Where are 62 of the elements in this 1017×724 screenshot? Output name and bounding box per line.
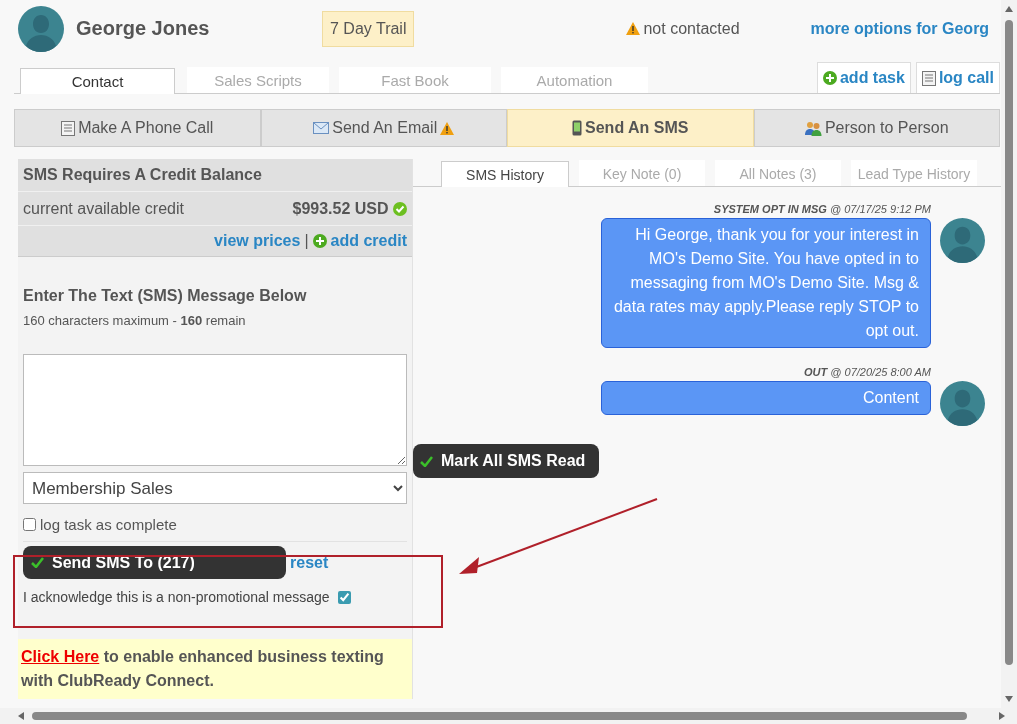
- avatar-icon: [940, 218, 985, 263]
- template-select[interactable]: Membership Sales: [23, 472, 407, 504]
- scroll-left-icon[interactable]: [18, 712, 24, 720]
- separator: |: [304, 232, 309, 250]
- action-button[interactable]: Person to Person: [753, 109, 1000, 147]
- check-icon: [420, 455, 433, 467]
- scrollbar-thumb[interactable]: [1005, 20, 1013, 665]
- tab[interactable]: Fast Book: [339, 67, 491, 93]
- scroll-up-icon[interactable]: [1005, 6, 1013, 12]
- click-here-link[interactable]: Click Here: [21, 648, 100, 665]
- scrollbar-thumb[interactable]: [32, 712, 967, 720]
- plus-icon: [312, 234, 327, 248]
- action-button[interactable]: Send An SMS: [507, 109, 754, 147]
- reset-link[interactable]: reset: [290, 553, 329, 572]
- envelope-icon: [313, 122, 330, 134]
- check-icon: [31, 557, 44, 568]
- message-meta: OUT @ 07/20/25 8:00 AM: [804, 366, 931, 378]
- checkbox[interactable]: [337, 590, 351, 604]
- credit-amount: $993.52 USD: [292, 199, 389, 218]
- message-bubble: Content: [601, 381, 931, 415]
- message-field[interactable]: [23, 354, 407, 466]
- warning-icon: [626, 22, 641, 35]
- tab[interactable]: SMS History: [441, 161, 569, 187]
- more-options-link[interactable]: more options for Georg: [810, 19, 990, 38]
- status-badge: 7 Day Trail: [322, 10, 415, 47]
- tab[interactable]: Key Note (0): [579, 160, 705, 186]
- arrow-icon: [457, 497, 659, 577]
- promo-text: Click Here to enable enhanced business texting with ClubReady Connect.: [18, 639, 412, 699]
- message-bubble: Hi George, thank you for your interest in MO's Demo Site. You have opted in to messaging from MO's Demo Site. Msg & data rates may apply.Please reply STOP to opt out.: [601, 218, 931, 348]
- warning-icon: [440, 121, 455, 135]
- log-call-button[interactable]: log call: [915, 62, 1000, 93]
- plus-icon: [822, 71, 837, 85]
- mark-read-button[interactable]: Mark All SMS Read: [413, 444, 600, 478]
- credit-title: SMS Requires A Credit Balance: [18, 159, 412, 192]
- people-icon: [804, 120, 822, 136]
- avatar-icon: [940, 381, 985, 426]
- character-limit-note: 160 characters maximum - 160 remain: [23, 313, 247, 328]
- notepad-icon: [921, 70, 936, 86]
- avatar-icon: [18, 5, 64, 52]
- tab[interactable]: Contact: [20, 68, 175, 94]
- check-icon: [393, 201, 407, 216]
- contact-status: not contacted: [643, 19, 740, 38]
- checkbox-label: log task as complete: [40, 516, 177, 533]
- mobile-phone-icon: [572, 120, 583, 136]
- scroll-down-icon[interactable]: [1005, 696, 1013, 702]
- scroll-right-icon[interactable]: [999, 712, 1005, 720]
- view-prices-link[interactable]: view prices: [214, 232, 301, 250]
- tab[interactable]: Lead Type History: [851, 160, 977, 186]
- tab[interactable]: Automation: [501, 67, 648, 93]
- action-button[interactable]: Make A Phone Call: [14, 109, 261, 147]
- tab[interactable]: Sales Scripts: [187, 67, 329, 93]
- tab[interactable]: All Notes (3): [715, 160, 841, 186]
- action-button[interactable]: Send An Email: [260, 109, 507, 147]
- notepad-icon: [61, 120, 76, 136]
- contact-name: George Jones: [76, 17, 211, 40]
- message-meta: SYSTEM OPT IN MSG @ 07/17/25 9:12 PM: [713, 203, 931, 215]
- composer-heading: Enter The Text (SMS) Message Below: [23, 287, 308, 305]
- add-task-button[interactable]: add task: [816, 62, 911, 93]
- add-credit-link[interactable]: add credit: [330, 232, 407, 250]
- checkbox[interactable]: [23, 518, 36, 531]
- acknowledge-label: I acknowledge this is a non-promotional message: [23, 589, 330, 605]
- credit-label: current available credit: [23, 199, 184, 218]
